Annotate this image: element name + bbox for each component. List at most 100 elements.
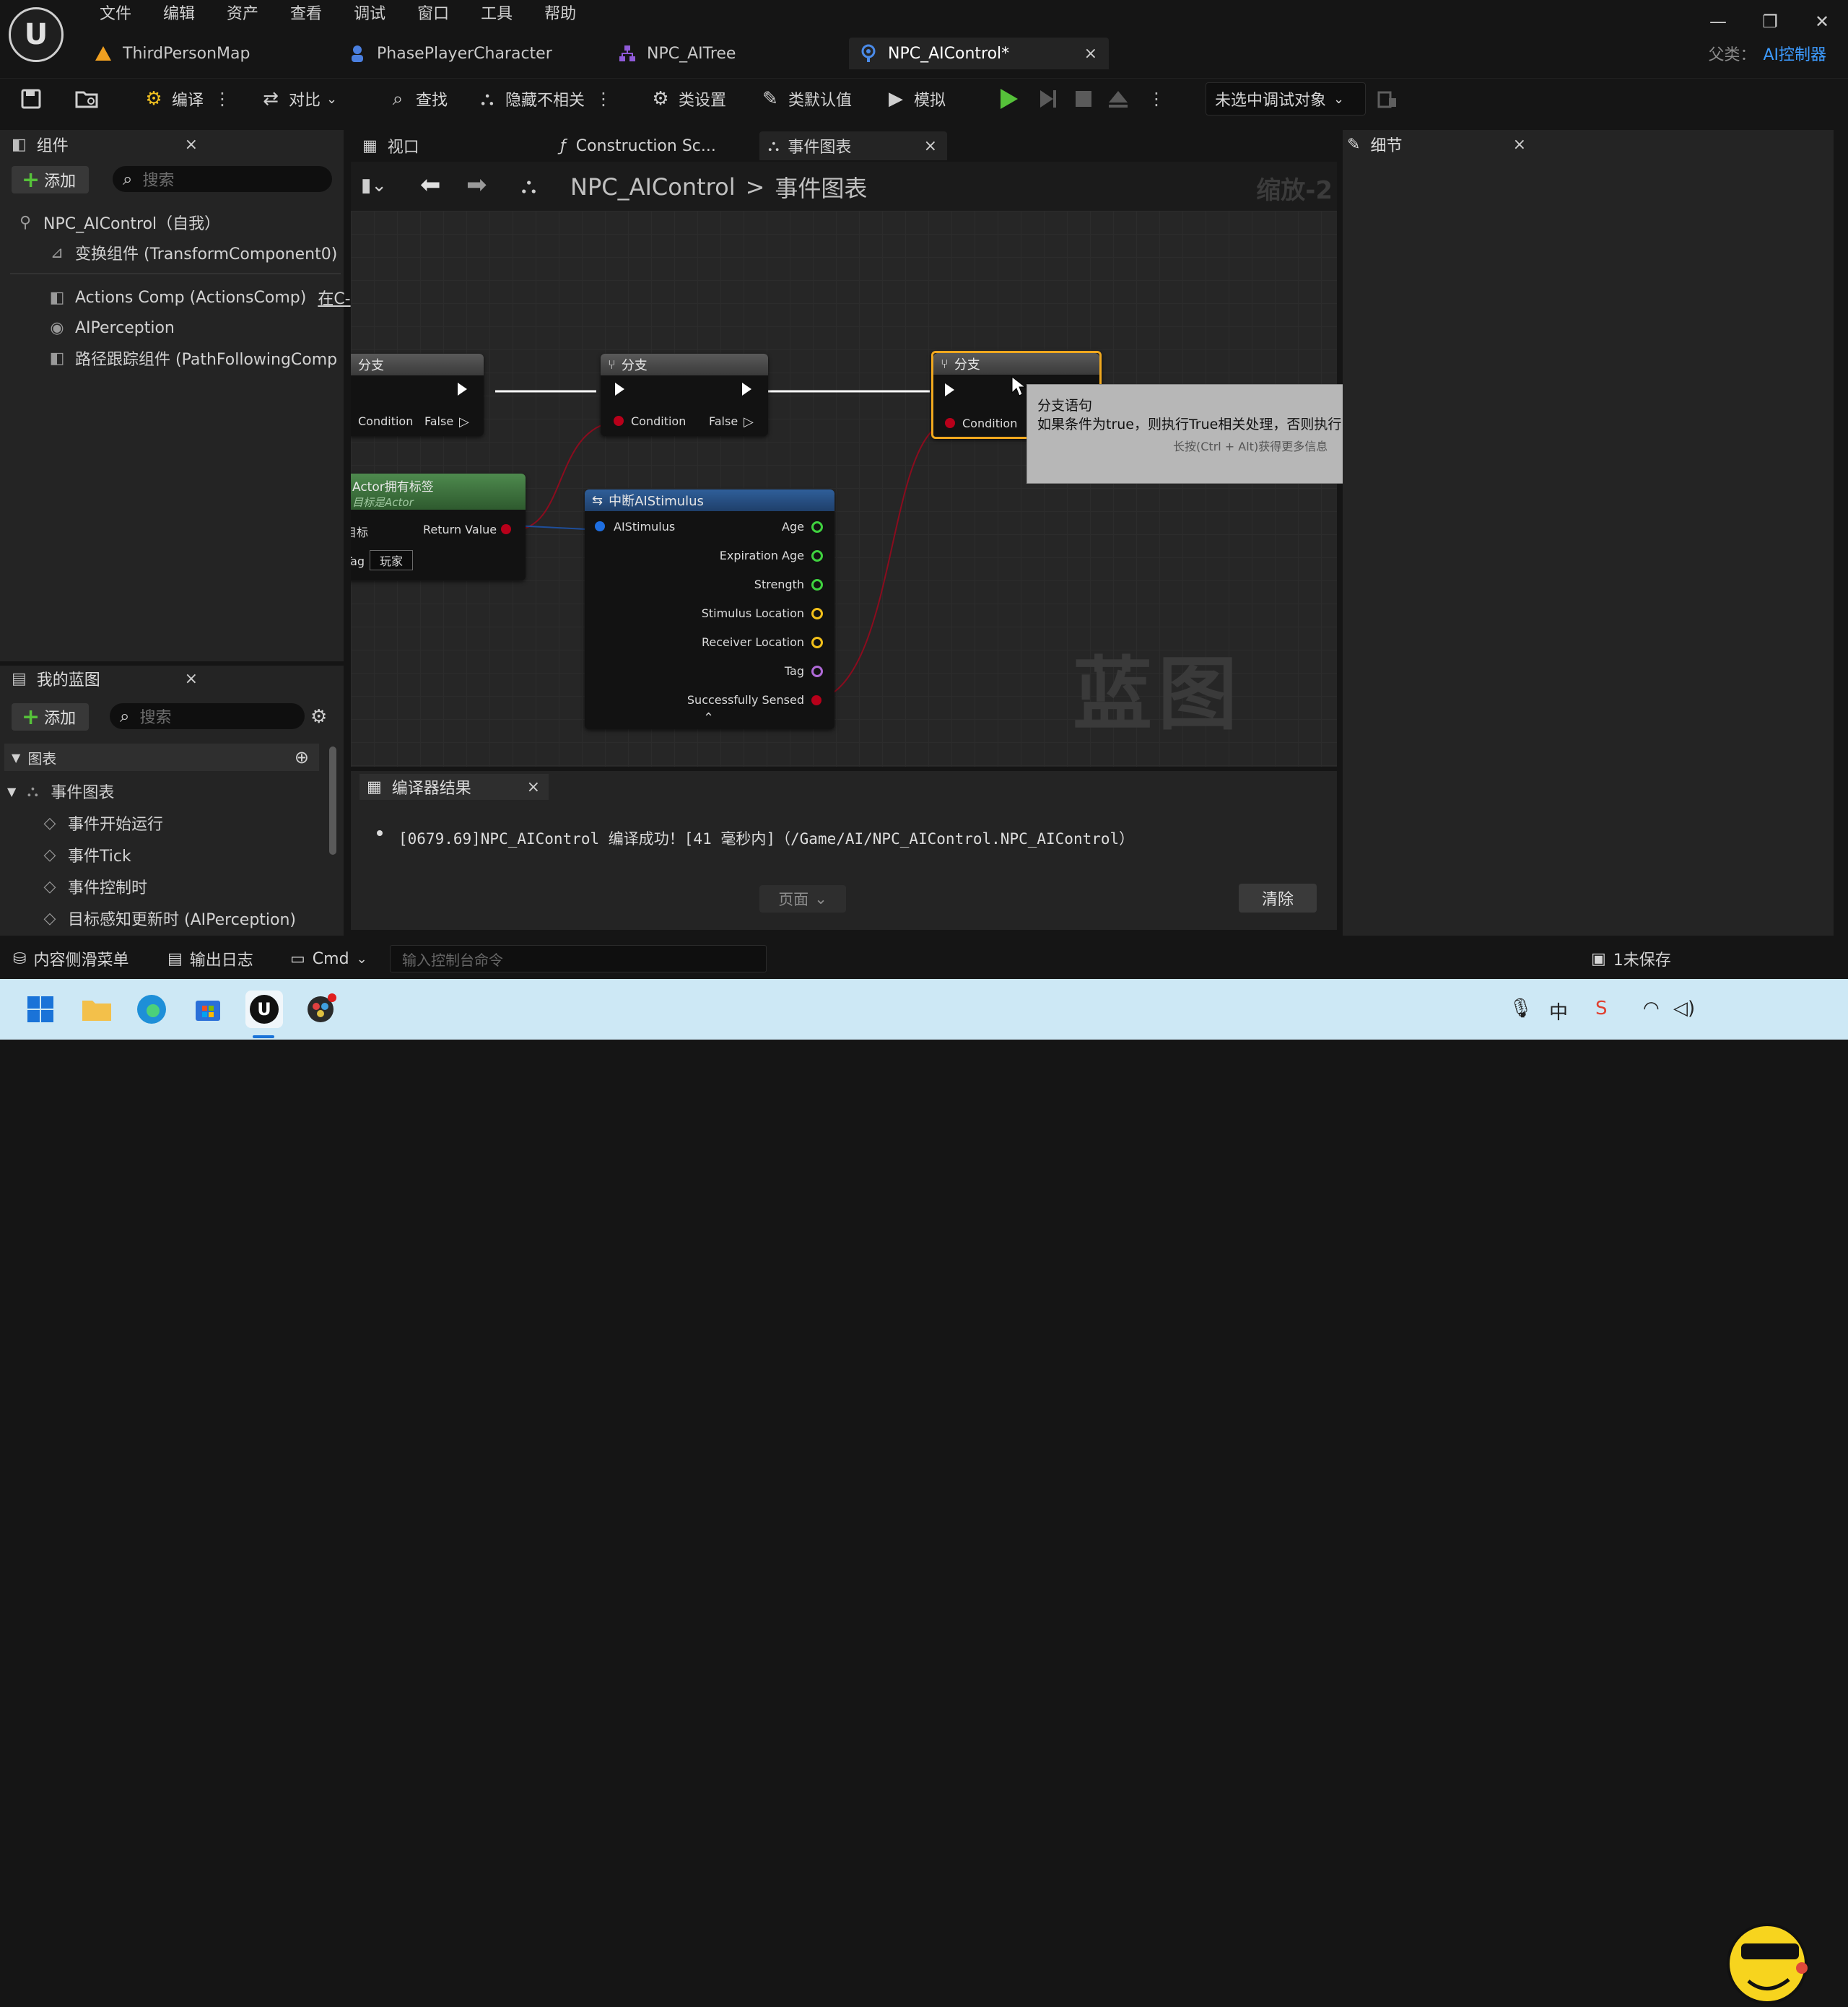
simulate-button[interactable]: ▶ 模拟 — [885, 84, 946, 113]
event-graph-canvas[interactable]: 分支 Condition False ▷ ⑂ 分支 Condition False… — [351, 211, 1337, 767]
component-root[interactable]: ⚲ NPC_AIControl（自我） — [16, 209, 220, 235]
branch-node[interactable]: ⑂ 分支 Condition False ▷ — [601, 354, 768, 436]
break-aistimulus-node[interactable]: ⇆ 中断AIStimulus AIStimulus Age Expiration … — [585, 489, 834, 729]
menu-window[interactable]: 窗口 — [401, 1, 465, 27]
close-panel-icon[interactable]: × — [1513, 136, 1526, 154]
menu-help[interactable]: 帮助 — [528, 1, 592, 27]
exec-out-pin[interactable] — [742, 383, 751, 396]
event-item[interactable]: ◇ 事件开始运行 — [40, 810, 163, 836]
step-button[interactable] — [1037, 84, 1058, 113]
receiver-location-pin[interactable] — [811, 637, 823, 648]
hide-unrelated-button[interactable]: ⛬ 隐藏不相关 ⋮ — [476, 84, 612, 113]
sogou-ime-icon[interactable]: S — [1595, 998, 1608, 1019]
event-item[interactable]: ◇ 目标感知更新时 (AIPerception) — [40, 905, 296, 931]
return-value-pin[interactable] — [501, 524, 511, 534]
exec-in-pin[interactable] — [615, 383, 624, 396]
close-panel-icon[interactable]: × — [185, 670, 198, 688]
class-defaults-button[interactable]: ✎ 类默认值 — [759, 84, 852, 113]
wifi-icon[interactable]: ◠ — [1643, 998, 1660, 1019]
close-tab-icon[interactable]: × — [1084, 45, 1097, 63]
file-explorer-icon[interactable] — [78, 991, 116, 1028]
parent-class-link[interactable]: AI控制器 — [1763, 46, 1826, 64]
exec-out-pin[interactable]: ▷ — [459, 414, 469, 430]
strength-pin[interactable] — [811, 579, 823, 591]
close-tab-icon[interactable]: × — [924, 137, 937, 155]
browse-button[interactable] — [75, 84, 100, 113]
clear-button[interactable]: 清除 — [1239, 884, 1317, 913]
components-search-input[interactable]: ⌕ 搜索 — [113, 166, 332, 192]
stop-button[interactable] — [1074, 84, 1093, 113]
graphs-section-header[interactable]: ▼ 图表 ⊕ — [4, 744, 319, 771]
breadcrumb-root[interactable]: NPC_AIControl — [570, 173, 736, 201]
age-pin[interactable] — [811, 521, 823, 533]
console-command-input[interactable]: 输入控制台命令 — [390, 945, 767, 972]
play-button[interactable] — [996, 84, 1021, 113]
tag-pin[interactable] — [811, 666, 823, 677]
diff-button[interactable]: ⇄ 对比 ⌄ — [260, 84, 337, 113]
tab-npc-aitree[interactable]: NPC_AITree — [608, 38, 824, 69]
menu-edit[interactable]: 编辑 — [147, 1, 211, 27]
menu-tools[interactable]: 工具 — [465, 1, 528, 27]
add-component-button[interactable]: + 添加 — [12, 166, 90, 193]
tab-npc-aicontrol[interactable]: NPC_AIControl* × — [849, 38, 1109, 69]
ime-indicator[interactable]: 中 — [1549, 998, 1568, 1024]
start-icon[interactable] — [22, 991, 59, 1028]
compiler-results-tab[interactable]: ▦ 编译器结果 × — [359, 774, 549, 800]
condition-pin[interactable] — [945, 418, 955, 428]
hide-unrelated-options-icon[interactable]: ⋮ — [595, 89, 612, 109]
store-icon[interactable] — [189, 991, 227, 1028]
unsaved-button[interactable]: ▣ 1未保存 — [1591, 944, 1671, 973]
bookmark-icon[interactable]: ▮⌄ — [361, 175, 387, 196]
tab-thirdpersonmap[interactable]: ThirdPersonMap — [84, 38, 313, 69]
exec-out-pin[interactable] — [458, 383, 467, 396]
save-button[interactable] — [20, 84, 42, 113]
aistimulus-in-pin[interactable] — [595, 521, 605, 531]
event-item[interactable]: ◇ 事件控制时 — [40, 874, 147, 900]
forward-arrow-icon[interactable]: ➡ — [466, 170, 487, 199]
cmd-dropdown[interactable]: ▭ Cmd ⌄ — [290, 944, 367, 973]
component-pathfollowing[interactable]: ◧ 路径跟踪组件 (PathFollowingComp — [48, 345, 338, 371]
actor-has-tag-node[interactable]: Actor拥有标签 目标是Actor 目标 Return Value Tag 玩… — [351, 474, 526, 580]
condition-pin[interactable] — [614, 416, 624, 426]
component-native-link[interactable]: 在C- — [318, 286, 350, 309]
restore-icon[interactable]: ❐ — [1744, 0, 1796, 43]
components-tab[interactable]: ◧ 组件 × — [12, 131, 198, 157]
tab-construction-script[interactable]: ƒ Construction Sc... — [560, 131, 733, 160]
minimize-icon[interactable]: — — [1692, 0, 1744, 43]
find-button[interactable]: ⌕ 查找 — [387, 84, 448, 113]
exec-out-pin[interactable]: ▷ — [744, 414, 754, 430]
close-panel-icon[interactable]: × — [185, 136, 198, 154]
back-arrow-icon[interactable]: ⬅ — [420, 170, 441, 199]
tab-phaseplayercharacter[interactable]: PhasePlayerCharacter — [338, 38, 583, 69]
output-log-button[interactable]: ▤ 输出日志 — [167, 944, 253, 973]
unreal-taskbar-icon[interactable]: U — [245, 991, 283, 1028]
content-drawer-button[interactable]: ⛁ 内容侧滑菜单 — [13, 944, 128, 973]
collapse-pins-icon[interactable]: ⌃ — [703, 710, 714, 726]
scrollbar[interactable] — [329, 746, 336, 855]
class-settings-button[interactable]: ⚙ 类设置 — [650, 84, 726, 113]
play-options-button[interactable]: ⋮ — [1148, 84, 1165, 113]
event-item[interactable]: ◇ 事件Tick — [40, 842, 131, 868]
tab-event-graph[interactable]: ⛬ 事件图表 × — [759, 131, 947, 160]
debug-find-icon[interactable] — [1376, 88, 1399, 111]
component-transform[interactable]: ⊿ 变换组件 (TransformComponent0) — [48, 240, 338, 266]
compile-button[interactable]: ⚙ 编译 ⋮ — [143, 84, 231, 113]
details-tab[interactable]: ✎ 细节 × — [1347, 131, 1526, 157]
my-blueprint-tab[interactable]: ▤ 我的蓝图 × — [12, 666, 198, 692]
close-window-icon[interactable]: ✕ — [1796, 0, 1848, 43]
menu-asset[interactable]: 资产 — [211, 1, 274, 27]
unreal-logo-icon[interactable]: U — [9, 7, 64, 62]
microphone-icon[interactable]: 🎙 — [1509, 998, 1533, 1019]
menu-debug[interactable]: 调试 — [338, 1, 401, 27]
menu-file[interactable]: 文件 — [84, 1, 147, 27]
eject-button[interactable] — [1107, 84, 1129, 113]
menu-view[interactable]: 查看 — [274, 1, 338, 27]
event-graph-item[interactable]: ▼ ⛬ 事件图表 — [7, 778, 114, 804]
davinci-icon[interactable] — [302, 991, 339, 1028]
successfully-sensed-pin[interactable] — [811, 695, 821, 705]
add-graph-icon[interactable]: ⊕ — [295, 747, 309, 767]
gear-icon[interactable]: ⚙ — [310, 706, 327, 728]
tag-input[interactable]: 玩家 — [370, 550, 413, 570]
close-panel-icon[interactable]: × — [527, 778, 540, 796]
edge-browser-icon[interactable] — [133, 991, 170, 1028]
